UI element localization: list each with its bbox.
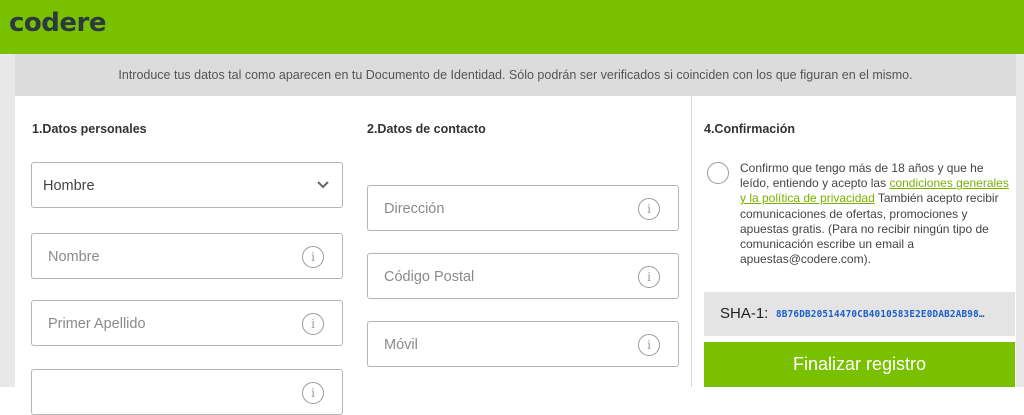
header-bar: codere	[0, 0, 1024, 54]
gender-value: Hombre	[43, 178, 95, 194]
segundo-apellido-field[interactable]: i	[31, 369, 343, 415]
sha-value: 8B76DB20514470CB4010583E2E0DAB2AB98…	[776, 309, 985, 320]
info-icon[interactable]: i	[638, 334, 660, 356]
info-icon[interactable]: i	[302, 246, 324, 268]
info-icon[interactable]: i	[638, 266, 660, 288]
id-notice: Introduce tus datos tal como aparecen en…	[15, 54, 1016, 96]
direccion-placeholder: Dirección	[384, 201, 445, 217]
codere-logo[interactable]: codere	[9, 8, 106, 38]
info-icon[interactable]: i	[302, 313, 324, 335]
consent-radio[interactable]	[707, 162, 729, 184]
gender-select[interactable]: Hombre	[31, 162, 343, 208]
left-margin	[0, 54, 15, 387]
nombre-field[interactable]: Nombre i	[31, 233, 343, 279]
info-icon[interactable]: i	[638, 198, 660, 220]
movil-field[interactable]: Móvil i	[367, 321, 679, 367]
column-divider	[691, 96, 692, 387]
movil-placeholder: Móvil	[384, 337, 418, 353]
chevron-down-icon	[317, 181, 329, 189]
codigo-postal-placeholder: Código Postal	[384, 269, 475, 285]
right-margin	[1016, 54, 1024, 387]
primer-apellido-placeholder: Primer Apellido	[48, 316, 146, 332]
consent-text: Confirmo que tengo más de 18 años y que …	[740, 161, 1012, 267]
sha-label: SHA-1:	[720, 305, 769, 322]
direccion-field[interactable]: Dirección i	[367, 185, 679, 231]
primer-apellido-field[interactable]: Primer Apellido i	[31, 300, 343, 346]
codigo-postal-field[interactable]: Código Postal i	[367, 253, 679, 299]
section-title-contact: 2.Datos de contacto	[367, 122, 486, 136]
section-title-confirm: 4.Confirmación	[704, 122, 795, 136]
info-icon[interactable]: i	[302, 382, 324, 404]
nombre-placeholder: Nombre	[48, 249, 100, 265]
section-title-personal: 1.Datos personales	[32, 122, 147, 136]
sha-box: SHA-1: 8B76DB20514470CB4010583E2E0DAB2AB…	[704, 292, 1015, 336]
finalizar-registro-button[interactable]: Finalizar registro	[704, 342, 1015, 387]
